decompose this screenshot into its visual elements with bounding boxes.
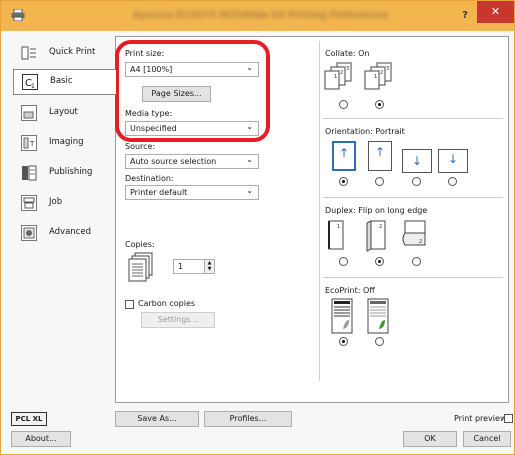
footer: PCL XL Save As... Profiles... Print prev… xyxy=(1,406,514,454)
divider xyxy=(323,118,503,119)
svg-text:1: 1 xyxy=(31,83,35,89)
ecoprint-on-icon xyxy=(367,298,389,334)
orientation-landscape-rotated-icon[interactable]: ↓ xyxy=(438,149,468,173)
sidebar-item-label: Quick Print xyxy=(49,47,96,57)
ecoprint-off-radio[interactable] xyxy=(339,337,348,346)
orientation-portrait-rotated-radio[interactable] xyxy=(375,177,384,186)
orientation-landscape-rotated-radio[interactable] xyxy=(448,177,457,186)
sidebar-item-label: Imaging xyxy=(49,137,84,147)
sidebar-item-label: Layout xyxy=(49,107,78,117)
help-button[interactable]: ? xyxy=(455,8,475,24)
source-value: Auto source selection xyxy=(130,157,217,166)
collate-digit: 2 xyxy=(380,70,383,76)
sidebar-item-label: Publishing xyxy=(49,167,93,177)
collate-icons: 3 2 1 3 2 1 xyxy=(324,62,392,90)
copies-label: Copies: xyxy=(125,240,155,249)
printer-icon xyxy=(11,9,25,21)
collated-stack-icon: 3 2 1 xyxy=(364,62,392,90)
carbon-copies-label: Carbon copies xyxy=(138,299,196,308)
title-bar: Kyocera ECOSYS M2540dw KX Printing Prefe… xyxy=(1,1,514,31)
basic-icon: C1 xyxy=(22,74,38,90)
layout-icon xyxy=(21,105,37,121)
orientation-landscape-icon[interactable]: ↓ xyxy=(402,149,432,173)
duplex-digit: 2 xyxy=(379,224,382,230)
ecoprint-icons xyxy=(331,298,389,334)
save-as-button[interactable]: Save As... xyxy=(115,411,199,427)
destination-value: Printer default xyxy=(130,188,188,197)
orientation-label: Orientation: Portrait xyxy=(325,127,405,136)
sidebar-item-label: Basic xyxy=(50,76,73,86)
collate-on-radio[interactable] xyxy=(375,100,384,109)
duplex-icons: 1 2 2 xyxy=(328,220,426,252)
chevron-down-icon: ⌄ xyxy=(246,155,253,164)
ecoprint-label: EcoPrint: Off xyxy=(325,286,375,295)
orientation-portrait-icon[interactable]: ↑ xyxy=(332,141,356,171)
close-button[interactable]: ✕ xyxy=(477,1,514,23)
copies-icon xyxy=(128,252,153,282)
orientation-portrait-radio[interactable] xyxy=(339,177,348,186)
profiles-button[interactable]: Profiles... xyxy=(204,411,292,427)
chevron-down-icon[interactable]: ▼ xyxy=(205,266,214,272)
panel-divider xyxy=(319,41,320,381)
destination-select[interactable]: Printer default ⌄ xyxy=(125,185,259,200)
carbon-copies-checkbox[interactable] xyxy=(125,300,134,309)
orientation-portrait-rotated-icon[interactable]: ↑ xyxy=(368,141,392,171)
orientation-landscape-radio[interactable] xyxy=(412,177,421,186)
duplex-long-edge-radio[interactable] xyxy=(375,257,384,266)
collate-label: Collate: On xyxy=(325,49,370,58)
duplex-digit: 2 xyxy=(419,239,422,245)
duplex-label: Duplex: Flip on long edge xyxy=(325,206,428,215)
copies-value: 1 xyxy=(178,262,184,271)
collate-off-radio[interactable] xyxy=(339,100,348,109)
pdl-badge: PCL XL xyxy=(11,412,47,426)
job-icon xyxy=(21,195,37,211)
publishing-icon xyxy=(21,165,37,181)
cancel-button[interactable]: Cancel xyxy=(463,431,511,447)
ecoprint-on-radio[interactable] xyxy=(375,337,384,346)
collate-digit: 1 xyxy=(374,74,377,80)
sidebar-item-job[interactable]: Job xyxy=(13,191,113,215)
sidebar-item-advanced[interactable]: Advanced xyxy=(13,221,113,245)
duplex-digit: 1 xyxy=(337,224,340,230)
highlight-annotation xyxy=(115,40,270,142)
quick-print-icon xyxy=(21,45,37,61)
source-select[interactable]: Auto source selection ⌄ xyxy=(125,154,259,169)
sidebar-item-imaging[interactable]: T Imaging xyxy=(13,131,113,155)
collate-digit: 1 xyxy=(334,74,337,80)
divider xyxy=(323,277,503,278)
svg-text:T: T xyxy=(29,140,35,148)
advanced-icon xyxy=(21,225,37,241)
sidebar-item-basic[interactable]: C1 Basic xyxy=(13,69,116,95)
sidebar-item-layout[interactable]: Layout xyxy=(13,101,113,125)
destination-label: Destination: xyxy=(125,174,174,183)
collate-digit: 2 xyxy=(340,70,343,76)
duplex-long-edge-icon: 2 xyxy=(366,220,386,252)
sidebar-item-label: Advanced xyxy=(49,227,91,237)
collate-digit: 3 xyxy=(346,66,349,72)
sidebar-item-label: Job xyxy=(49,197,63,207)
duplex-short-edge-icon: 2 xyxy=(402,220,426,246)
imaging-icon: T xyxy=(21,135,37,151)
duplex-off-radio[interactable] xyxy=(339,257,348,266)
duplex-short-edge-radio[interactable] xyxy=(412,257,421,266)
chevron-down-icon: ⌄ xyxy=(246,186,253,195)
uncollated-stack-icon: 3 2 1 xyxy=(324,62,352,90)
source-label: Source: xyxy=(125,142,156,151)
printing-preferences-window: Kyocera ECOSYS M2540dw KX Printing Prefe… xyxy=(0,0,515,455)
duplex-off-icon: 1 xyxy=(328,220,344,250)
about-button[interactable]: About... xyxy=(11,431,71,447)
spin-buttons[interactable]: ▲ ▼ xyxy=(204,260,214,273)
collate-digit: 3 xyxy=(386,66,389,72)
copies-stepper[interactable]: 1 ▲ ▼ xyxy=(173,259,215,274)
print-preview-label: Print preview xyxy=(454,414,507,423)
ok-button[interactable]: OK xyxy=(403,431,457,447)
sidebar-item-publishing[interactable]: Publishing xyxy=(13,161,113,185)
window-title: Kyocera ECOSYS M2540dw KX Printing Prefe… xyxy=(133,10,389,21)
ecoprint-off-icon xyxy=(331,298,353,334)
divider xyxy=(323,197,503,198)
print-preview-checkbox[interactable] xyxy=(504,414,513,423)
settings-button[interactable]: Settings... xyxy=(141,312,215,328)
sidebar-item-quick-print[interactable]: Quick Print xyxy=(13,41,113,65)
